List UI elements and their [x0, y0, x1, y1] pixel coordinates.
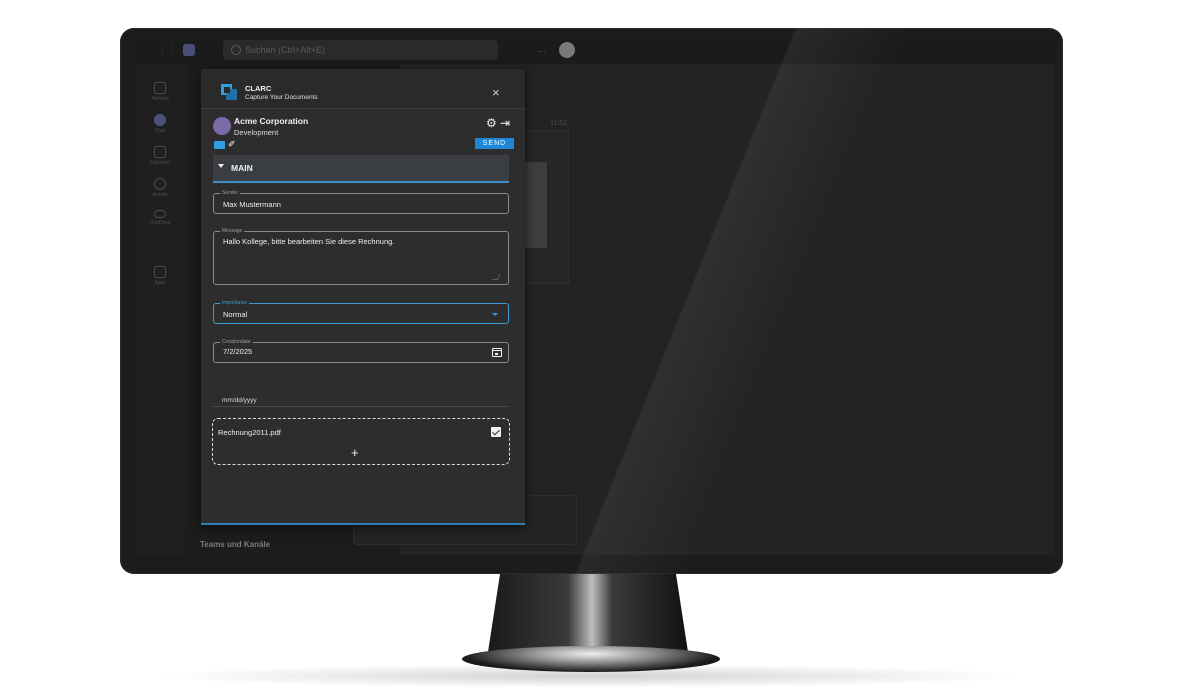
- eraser-icon[interactable]: ✐: [228, 139, 236, 149]
- clarc-logo-icon: [221, 84, 237, 100]
- attachment-dropzone[interactable]: [212, 418, 510, 465]
- attachment-file-name: Rechnung2011.pdf: [218, 428, 281, 437]
- divider: [213, 406, 509, 407]
- brand-name: CLARC: [245, 84, 272, 93]
- date-format-hint: mm/dd/yyyy: [222, 397, 257, 404]
- chevron-down-icon: [492, 313, 498, 316]
- calendar-icon[interactable]: [492, 348, 502, 357]
- organization-department: Development: [234, 128, 279, 137]
- creationdate-field[interactable]: Creationdate 7/2/2025: [213, 338, 509, 363]
- field-value: Max Mustermann: [223, 200, 281, 209]
- resize-handle[interactable]: [491, 274, 501, 280]
- teams-footer-label: Teams und Kanäle: [200, 540, 271, 549]
- calendar-nav-icon: [154, 146, 166, 158]
- sender-field[interactable]: Sender Max Mustermann: [213, 189, 509, 214]
- sidebar-item-calls[interactable]: Anrufe: [135, 178, 185, 198]
- apps-icon: [154, 266, 166, 278]
- sidebar-item-calendar[interactable]: Kalender: [135, 146, 185, 166]
- sidebar-more[interactable]: ...: [135, 240, 185, 249]
- send-button[interactable]: SEND: [475, 138, 514, 149]
- sidebar-item-onedrive[interactable]: OneDrive: [135, 210, 185, 226]
- field-label: Creationdate: [220, 338, 253, 346]
- brand-tagline: Capture Your Documents: [245, 94, 318, 101]
- clarc-dialog: CLARC Capture Your Documents × Acme Corp…: [201, 69, 525, 525]
- sidebar-item-label: Aktivität: [151, 96, 169, 102]
- gear-icon[interactable]: ⚙: [486, 117, 497, 129]
- field-label: Sender: [220, 189, 241, 197]
- organization-name: Acme Corporation: [234, 116, 309, 126]
- cloud-icon: [154, 210, 166, 218]
- section-main-header[interactable]: [213, 155, 509, 183]
- field-label: Importance: [220, 299, 250, 307]
- sidebar-item-label: OneDrive: [149, 220, 171, 226]
- sidebar-item-label: Chat: [154, 128, 166, 134]
- bell-icon: [154, 82, 166, 94]
- checkbox-icon[interactable]: [491, 427, 501, 437]
- phone-icon: [154, 178, 166, 190]
- sidebar-item-label: Kalender: [149, 160, 170, 166]
- field-label: Message: [220, 227, 245, 235]
- screen: ⋮⋮ Suchen (Ctrl+Alt+E) ... Aktivität Cha…: [135, 38, 1055, 555]
- sidebar-item-label: Apps: [154, 280, 166, 286]
- chat-icon: [154, 114, 166, 126]
- avatar[interactable]: [559, 42, 575, 58]
- search-icon: [231, 45, 241, 55]
- more-options-icon[interactable]: ...: [538, 44, 546, 54]
- teams-search-input[interactable]: Suchen (Ctrl+Alt+E): [223, 40, 498, 60]
- field-value: Hallo Kollege, bitte bearbeiten Sie dies…: [223, 237, 395, 246]
- message-field[interactable]: Message Hallo Kollege, bitte bearbeiten …: [213, 227, 509, 285]
- sidebar-item-chat[interactable]: Chat: [135, 114, 185, 134]
- field-value: Normal: [223, 310, 248, 319]
- chevron-down-icon: [218, 164, 224, 168]
- logout-icon[interactable]: ⇥: [500, 117, 510, 129]
- teams-logo-icon: [183, 44, 195, 56]
- organization-icon: [213, 117, 231, 135]
- sidebar-item-activity[interactable]: Aktivität: [135, 82, 185, 102]
- sidebar-item-label: Anrufe: [152, 192, 168, 198]
- monitor-base: [462, 646, 720, 672]
- message-timestamp: 11:52: [550, 120, 567, 127]
- folder-icon[interactable]: [214, 141, 225, 149]
- plus-icon[interactable]: +: [351, 446, 359, 459]
- importance-select[interactable]: Importance Normal: [213, 299, 509, 324]
- section-main-label: MAIN: [231, 163, 253, 173]
- sidebar-item-apps[interactable]: Apps: [135, 266, 185, 286]
- monitor-stand: [488, 574, 688, 652]
- teams-sidebar: Aktivität Chat Kalender Anrufe OneDrive …: [135, 64, 185, 555]
- app-grid-icon[interactable]: ⋮⋮: [157, 45, 177, 55]
- field-value: 7/2/2025: [223, 347, 253, 356]
- close-icon[interactable]: ×: [492, 86, 500, 99]
